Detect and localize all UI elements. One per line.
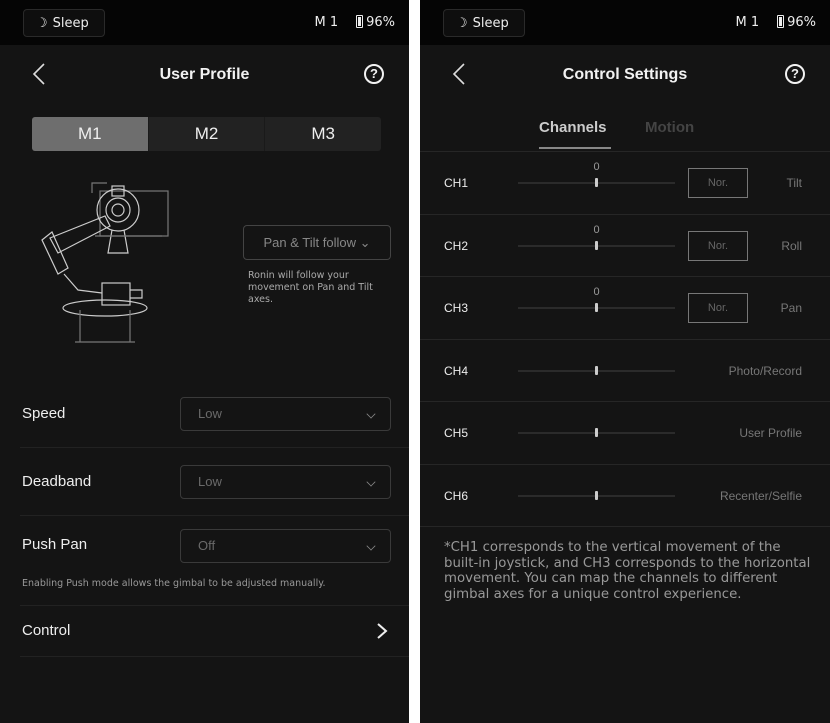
tab-channels[interactable]: Channels bbox=[539, 119, 607, 136]
active-tab-indicator bbox=[539, 147, 611, 149]
follow-description: Ronin will follow your movement on Pan a… bbox=[248, 270, 373, 305]
channel-axis[interactable]: Tilt bbox=[786, 176, 802, 190]
moon-icon: ☽ bbox=[36, 15, 48, 31]
channel-row: CH1 0 Nor. Tilt bbox=[420, 152, 830, 215]
speed-label: Speed bbox=[22, 405, 66, 422]
channel-name: CH1 bbox=[444, 176, 469, 190]
sleep-label: Sleep bbox=[472, 15, 509, 31]
control-settings-screen: ☽ Sleep M 1 96% Control Settings ? Chann… bbox=[420, 0, 830, 723]
deadband-label: Deadband bbox=[22, 473, 92, 490]
status-bar: ☽ Sleep M 1 96% bbox=[0, 0, 409, 45]
tab-motion[interactable]: Motion bbox=[645, 119, 694, 136]
channel-axis[interactable]: Roll bbox=[781, 239, 802, 253]
channel-row: CH5 User Profile bbox=[420, 402, 830, 465]
channel-axis[interactable]: User Profile bbox=[739, 426, 802, 440]
divider bbox=[20, 447, 409, 448]
deadband-select[interactable]: Low bbox=[180, 465, 391, 499]
battery-icon bbox=[356, 15, 364, 28]
speed-select[interactable]: Low bbox=[180, 397, 391, 431]
channel-name: CH6 bbox=[444, 488, 469, 503]
channel-value: 0 bbox=[593, 223, 600, 236]
battery-level: 96% bbox=[366, 15, 395, 30]
channel-value: 0 bbox=[593, 161, 600, 173]
chevron-down-icon bbox=[366, 541, 376, 551]
channel-axis[interactable]: Photo/Record bbox=[729, 364, 802, 378]
battery-status: 96% bbox=[777, 15, 816, 30]
channel-value: 0 bbox=[593, 286, 600, 298]
slider-thumb[interactable] bbox=[595, 490, 598, 500]
mode-indicator: M 1 bbox=[314, 15, 339, 30]
deadband-value: Low bbox=[198, 474, 222, 489]
slider-thumb[interactable] bbox=[595, 178, 598, 187]
push-note: Enabling Push mode allows the gimbal to … bbox=[22, 578, 326, 589]
page-title: User Profile bbox=[159, 66, 250, 83]
channel-row: CH2 0 Nor. Roll bbox=[420, 215, 830, 277]
help-icon[interactable]: ? bbox=[364, 64, 384, 84]
profile-m1[interactable]: M1 bbox=[32, 117, 148, 151]
push-pan-label: Push Pan bbox=[22, 536, 88, 553]
follow-mode-dropdown[interactable]: Pan & Tilt follow ⌄ bbox=[243, 225, 391, 260]
divider bbox=[20, 605, 409, 606]
channel-row: CH6 Recenter/Selfie bbox=[420, 465, 830, 527]
page-title: Control Settings bbox=[562, 66, 688, 83]
chevron-down-icon bbox=[366, 409, 376, 419]
follow-mode-value: Pan & Tilt follow bbox=[263, 235, 356, 250]
mode-indicator: M 1 bbox=[735, 15, 760, 30]
battery-icon bbox=[777, 15, 785, 28]
channel-name: CH3 bbox=[444, 301, 469, 315]
push-pan-value: Off bbox=[198, 538, 216, 553]
help-icon[interactable]: ? bbox=[785, 64, 805, 84]
sleep-button[interactable]: ☽ Sleep bbox=[443, 9, 525, 37]
profile-m2[interactable]: M2 bbox=[147, 117, 265, 151]
channel-footnote: *CH1 corresponds to the vertical movemen… bbox=[444, 540, 811, 602]
profile-m3[interactable]: M3 bbox=[264, 117, 381, 151]
channel-name: CH2 bbox=[444, 238, 469, 253]
slider-thumb[interactable] bbox=[595, 365, 598, 375]
battery-level: 96% bbox=[787, 15, 816, 30]
channel-row: CH3 0 Nor. Pan bbox=[420, 277, 830, 340]
channel-row: CH4 Photo/Record bbox=[420, 340, 830, 402]
speed-value: Low bbox=[198, 406, 222, 421]
status-bar: ☽ Sleep M 1 96% bbox=[420, 0, 830, 45]
divider bbox=[20, 515, 409, 516]
channel-mode-button[interactable]: Nor. bbox=[688, 293, 748, 323]
push-pan-select[interactable]: Off bbox=[180, 529, 391, 563]
chevron-down-icon bbox=[366, 477, 376, 487]
gimbal-illustration bbox=[41, 182, 169, 343]
channel-axis[interactable]: Pan bbox=[781, 301, 802, 315]
channel-name: CH4 bbox=[444, 363, 469, 378]
battery-status: 96% bbox=[356, 15, 395, 30]
divider bbox=[20, 656, 409, 657]
channel-mode-button[interactable]: Nor. bbox=[688, 168, 748, 198]
user-profile-screen: ☽ Sleep M 1 96% User Profile ? M1 M2 M3 … bbox=[0, 0, 409, 723]
slider-thumb[interactable] bbox=[595, 428, 598, 437]
chevron-down-icon: ⌄ bbox=[359, 235, 371, 250]
channel-mode-button[interactable]: Nor. bbox=[688, 230, 748, 261]
slider-thumb[interactable] bbox=[595, 303, 598, 312]
slider-thumb[interactable] bbox=[595, 240, 598, 250]
control-label[interactable]: Control bbox=[22, 622, 70, 639]
channel-name: CH5 bbox=[444, 426, 469, 440]
moon-icon: ☽ bbox=[456, 15, 468, 31]
chevron-right-icon[interactable] bbox=[376, 622, 388, 640]
sleep-button[interactable]: ☽ Sleep bbox=[23, 9, 105, 37]
channel-axis[interactable]: Recenter/Selfie bbox=[720, 489, 802, 503]
sleep-label: Sleep bbox=[52, 15, 89, 31]
profile-selector: M1 M2 M3 bbox=[32, 117, 381, 151]
